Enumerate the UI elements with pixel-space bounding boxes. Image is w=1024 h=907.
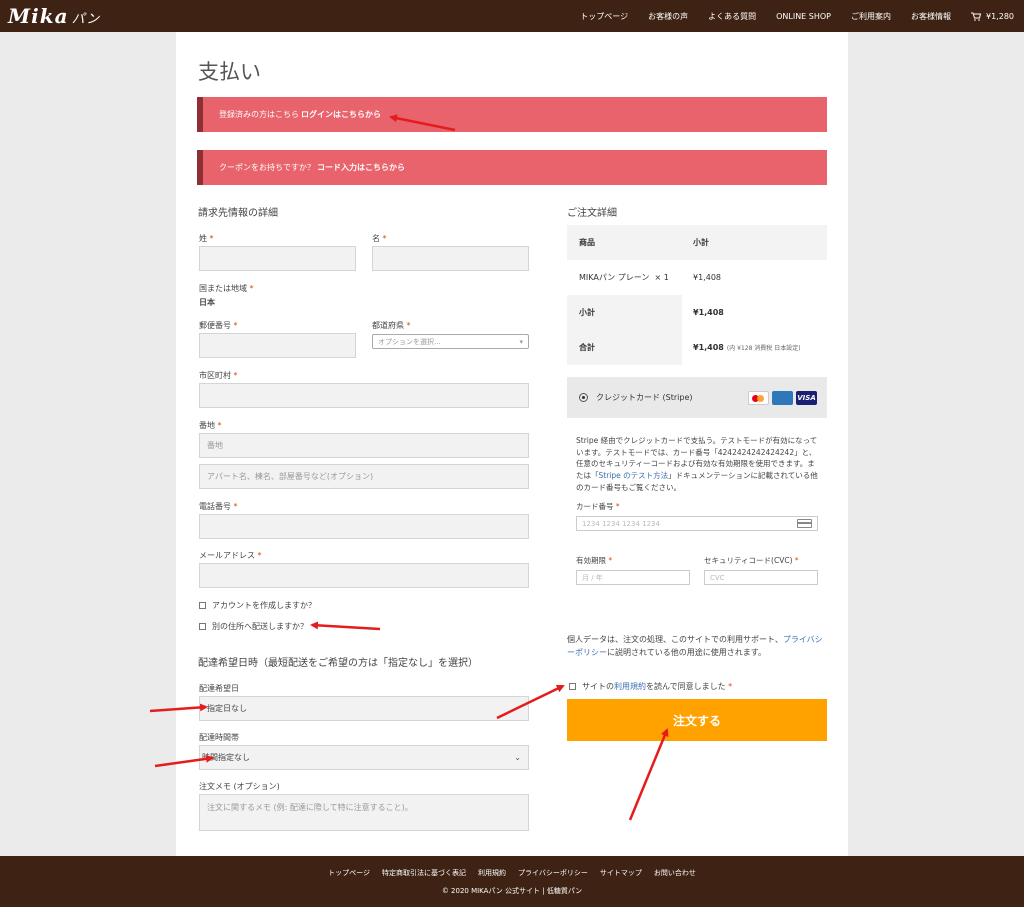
nav-guide[interactable]: ご利用案内 — [851, 11, 891, 22]
cart-link[interactable]: ¥1,280 — [971, 12, 1014, 21]
memo-label: 注文メモ (オプション) — [199, 782, 280, 791]
site-header: Mika パン トップページ お客様の声 よくある質問 ONLINE SHOP ご… — [0, 0, 1024, 32]
footer-link-terms[interactable]: 利用規約 — [478, 868, 506, 878]
create-account-checkbox[interactable] — [199, 602, 206, 609]
visa-icon: VISA — [796, 391, 817, 405]
card-logos: VISA — [748, 391, 817, 405]
checkout-panel: 支払い 登録済みの方はこちら ログインはこちらから クーポンをお持ちですか？ コ… — [176, 32, 848, 856]
first-name-input[interactable] — [372, 246, 529, 271]
login-link[interactable]: ログインはこちらから — [301, 109, 381, 120]
total-row: 合計 ¥1,408 (内 ¥128 消費税 日本設定) — [567, 330, 827, 365]
create-account-row[interactable]: アカウントを作成しますか？ — [199, 600, 316, 611]
amex-icon — [772, 391, 793, 405]
delivery-time-label: 配達時間帯 — [199, 733, 239, 742]
payment-radio[interactable] — [579, 393, 588, 402]
billing-heading: 請求先情報の詳細 — [198, 208, 278, 219]
terms-link[interactable]: 利用規約 — [614, 682, 646, 691]
cvc-input[interactable]: CVC — [704, 570, 818, 585]
ship-different-row[interactable]: 別の住所へ配送しますか？ — [199, 621, 308, 632]
payment-method-stripe[interactable]: クレジットカード (Stripe) VISA — [567, 377, 827, 418]
footer-link-sitemap[interactable]: サイトマップ — [600, 868, 642, 878]
delivery-heading: 配達希望日時（最短配送をご希望の方は「指定なし」を選択） — [198, 658, 478, 669]
footer-link-contact[interactable]: お問い合わせ — [654, 868, 696, 878]
delivery-date-input[interactable]: 指定日なし — [199, 696, 529, 721]
country-value: 日本 — [199, 298, 215, 307]
nav-faq[interactable]: よくある質問 — [708, 11, 756, 22]
nav-account[interactable]: お客様情報 — [911, 11, 951, 22]
cart-total: ¥1,280 — [986, 11, 1014, 21]
phone-label: 電話番号 * — [199, 502, 238, 511]
order-item-row: MIKAパン プレーン × 1 ¥1,408 — [579, 273, 721, 282]
order-table: 商品 小計 MIKAパン プレーン × 1 ¥1,408 小計 ¥1,408 合計 … — [567, 225, 827, 365]
login-notice: 登録済みの方はこちら ログインはこちらから — [197, 97, 827, 132]
delivery-date-label: 配達希望日 — [199, 684, 239, 693]
cart-icon — [971, 12, 981, 21]
mastercard-icon — [748, 391, 769, 405]
privacy-notice: 個人データは、注文の処理、このサイトでの利用サポート、プライバシーポリシーに説明… — [567, 635, 823, 658]
nav-voice[interactable]: お客様の声 — [648, 11, 688, 22]
card-number-input[interactable]: 1234 1234 1234 1234 — [576, 516, 818, 531]
footer-link-legal[interactable]: 特定商取引法に基づく表記 — [382, 868, 466, 878]
subtotal-row: 小計 ¥1,408 — [567, 295, 827, 330]
copyright: © 2020 MIKAパン 公式サイト | 低糖質パン — [441, 887, 583, 895]
terms-row[interactable]: サイトの利用規約を読んで同意しました * — [569, 681, 732, 692]
address-label: 番地 * — [199, 421, 222, 430]
stripe-test-link[interactable]: Stripe のテスト方法 — [599, 471, 669, 480]
nav-top[interactable]: トップページ — [580, 11, 628, 22]
nav-shop[interactable]: ONLINE SHOP — [776, 12, 831, 21]
payment-description: Stripe 経由でクレジットカードで支払う。テストモードが有効になっています。… — [576, 436, 818, 492]
credit-card-icon — [797, 519, 812, 528]
chevron-down-icon: ▾ — [519, 337, 523, 346]
footer-link-privacy[interactable]: プライバシーポリシー — [518, 868, 588, 878]
site-logo[interactable]: Mika パン — [8, 4, 100, 28]
order-header-row: 商品 小計 — [567, 225, 827, 260]
page-title: 支払い — [198, 60, 261, 84]
order-heading: ご注文詳細 — [567, 208, 617, 219]
place-order-button[interactable]: 注文する — [567, 699, 827, 741]
email-label: メールアドレス * — [199, 551, 262, 560]
expiry-label: 有効期限 * — [576, 556, 613, 565]
memo-textarea[interactable]: 注文に関するメモ (例: 配達に際して特に注意すること)。 — [199, 794, 529, 831]
address-input[interactable]: 番地 — [199, 433, 529, 458]
email-input[interactable] — [199, 563, 529, 588]
cvc-label: セキュリティコード(CVC) * — [704, 556, 799, 565]
prefecture-select[interactable]: オプションを選択... ▾ — [372, 334, 529, 349]
postcode-input[interactable] — [199, 333, 356, 358]
country-label: 国または地域 * — [199, 284, 254, 293]
coupon-link[interactable]: コード入力はこちらから — [317, 162, 405, 173]
last-name-label: 姓 * — [199, 234, 214, 243]
chevron-down-icon: ⌄ — [514, 753, 521, 762]
expiry-input[interactable]: 月 / 年 — [576, 570, 690, 585]
terms-checkbox[interactable] — [569, 683, 576, 690]
footer-links: トップページ 特定商取引法に基づく表記 利用規約 プライバシーポリシー サイトマ… — [0, 868, 1024, 878]
address2-input[interactable]: アパート名、棟名、部屋番号など(オプション) — [199, 464, 529, 489]
last-name-input[interactable] — [199, 246, 356, 271]
card-number-label: カード番号 * — [576, 502, 620, 511]
prefecture-label: 都道府県 * — [372, 321, 411, 330]
coupon-notice: クーポンをお持ちですか？ コード入力はこちらから — [197, 150, 827, 185]
first-name-label: 名 * — [372, 234, 387, 243]
main-nav: トップページ お客様の声 よくある質問 ONLINE SHOP ご利用案内 お客… — [580, 0, 1014, 32]
ship-different-checkbox[interactable] — [199, 623, 206, 630]
city-input[interactable] — [199, 383, 529, 408]
delivery-time-select[interactable]: 時間指定なし ⌄ — [199, 745, 529, 770]
phone-input[interactable] — [199, 514, 529, 539]
postcode-label: 郵便番号 * — [199, 321, 238, 330]
city-label: 市区町村 * — [199, 371, 238, 380]
site-footer: トップページ 特定商取引法に基づく表記 利用規約 プライバシーポリシー サイトマ… — [0, 856, 1024, 907]
footer-link-top[interactable]: トップページ — [328, 868, 370, 878]
